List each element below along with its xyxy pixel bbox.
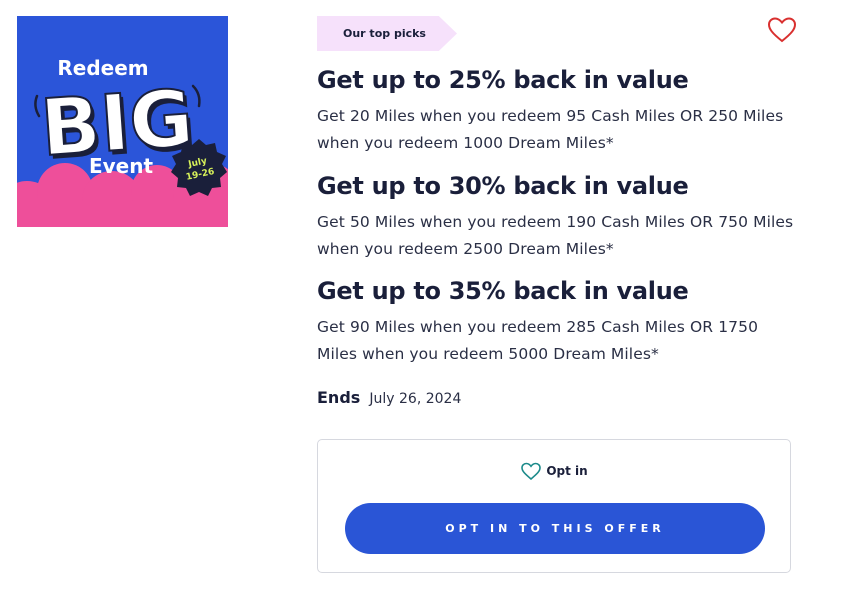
save-offer-button[interactable] bbox=[766, 15, 798, 45]
heart-outline-icon bbox=[521, 462, 542, 481]
top-picks-badge: Our top picks bbox=[317, 16, 457, 51]
promo-line-redeem: Redeem bbox=[57, 56, 148, 80]
offer-description-1: Get 20 Miles when you redeem 95 Cash Mil… bbox=[317, 107, 784, 152]
opt-in-button[interactable]: OPT IN TO THIS OFFER bbox=[345, 503, 765, 554]
offer-title-3: Get up to 35% back in value bbox=[317, 277, 689, 305]
opt-in-status-label: Opt in bbox=[546, 464, 588, 478]
offer-description-2: Get 50 Miles when you redeem 190 Cash Mi… bbox=[317, 213, 794, 258]
opt-in-status: Opt in bbox=[318, 460, 790, 482]
offer-title-2: Get up to 30% back in value bbox=[317, 172, 689, 200]
offer-end-date: Ends July 26, 2024 bbox=[317, 388, 461, 407]
opt-in-card: Opt in OPT IN TO THIS OFFER bbox=[317, 439, 791, 573]
offer-title-1: Get up to 25% back in value bbox=[317, 66, 689, 94]
ends-label: Ends bbox=[317, 388, 361, 407]
redeem-big-event-logo: BIG BIG Redeem Event July 19-26 bbox=[17, 16, 228, 227]
offer-description-3: Get 90 Miles when you redeem 285 Cash Mi… bbox=[317, 318, 759, 363]
ends-date: July 26, 2024 bbox=[369, 391, 462, 407]
heart-outline-icon bbox=[767, 17, 797, 43]
promo-line-event: Event bbox=[89, 154, 154, 178]
promo-image: BIG BIG Redeem Event July 19-26 bbox=[17, 16, 228, 227]
